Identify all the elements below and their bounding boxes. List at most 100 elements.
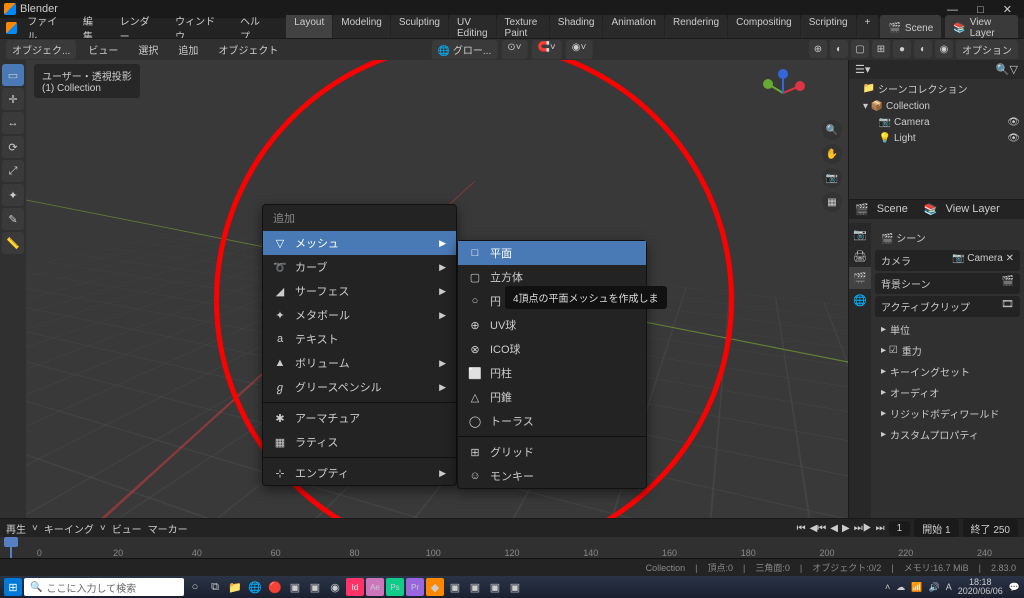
menu-select3d[interactable]: 選択 — [130, 40, 166, 59]
tool-move[interactable]: ↔ — [2, 112, 24, 134]
add-menu-item[interactable]: ▦ラティス — [263, 430, 456, 454]
mode-select[interactable]: オブジェク... — [6, 40, 76, 59]
tl-marker[interactable]: マーカー — [148, 521, 188, 536]
tl-view[interactable]: ビュー — [112, 521, 142, 536]
mesh-menu-item[interactable]: ⊗ICO球 — [458, 337, 646, 361]
group-units[interactable]: ▸ 単位 — [875, 319, 1020, 340]
outliner-filter-button[interactable]: ▽ — [1010, 63, 1018, 76]
menu-object3d[interactable]: オブジェクト — [210, 40, 286, 59]
ptab-render[interactable]: 📷 — [849, 223, 871, 245]
taskbar-search[interactable]: 🔍ここに入力して検索 — [24, 578, 184, 596]
frame-end[interactable]: 終了 250 — [963, 519, 1018, 538]
pan-icon[interactable]: ✋ — [822, 144, 842, 164]
play-next-icon[interactable]: ⏭▶ — [854, 523, 872, 534]
shading-solid[interactable]: ● — [893, 40, 911, 58]
app-generic6[interactable]: ▣ — [506, 578, 524, 596]
app-pr[interactable]: Pr — [406, 578, 424, 596]
nav-gizmo[interactable] — [758, 68, 808, 118]
app-steam[interactable]: ◉ — [326, 578, 344, 596]
shading-render[interactable]: ◉ — [935, 40, 953, 58]
bgscene-field[interactable]: 背景シーン🎬 — [875, 273, 1020, 294]
gizmo-toggle[interactable]: ⊕ — [809, 40, 827, 58]
xray-toggle[interactable]: ▢ — [851, 40, 869, 58]
frame-start[interactable]: 開始 1 — [914, 519, 958, 538]
group-rigidbody[interactable]: ▸ リジッドボディワールド — [875, 403, 1020, 424]
ptab-world[interactable]: 🌐 — [849, 289, 871, 311]
outliner-camera[interactable]: 📷Camera👁 — [849, 114, 1024, 130]
tl-keying[interactable]: キーイング — [44, 521, 94, 536]
ptab-output[interactable]: 🖨 — [849, 245, 871, 267]
tray-wifi-icon[interactable]: 📶 — [911, 582, 922, 593]
menu-view3d[interactable]: ビュー — [80, 40, 126, 59]
group-audio[interactable]: ▸ オーディオ — [875, 382, 1020, 403]
group-custom[interactable]: ▸ カスタムプロパティ — [875, 424, 1020, 445]
add-menu-item[interactable]: ℊグリースペンシル▶ — [263, 375, 456, 399]
frame-current[interactable]: 1 — [889, 521, 911, 536]
mesh-menu-item[interactable]: ☺モンキー — [458, 464, 646, 488]
tray-chevron-icon[interactable]: ˄ — [885, 582, 890, 592]
transform-orientation[interactable]: 🌐 グロー... — [432, 40, 498, 59]
add-menu-item[interactable]: ⊹エンプティ▶ — [263, 461, 456, 485]
zoom-icon[interactable]: 🔍 — [822, 120, 842, 140]
mesh-menu-item[interactable]: ⊞グリッド — [458, 440, 646, 464]
play-end-icon[interactable]: ⏭ — [876, 523, 885, 534]
app-blender[interactable]: ◆ — [426, 578, 444, 596]
outliner-collection[interactable]: ▾📦Collection — [849, 98, 1024, 114]
play-icon[interactable]: ▶ — [842, 523, 850, 534]
app-generic2[interactable]: ▣ — [306, 578, 324, 596]
add-menu-item[interactable]: ◢サーフェス▶ — [263, 279, 456, 303]
play-start-icon[interactable]: ⏮ — [797, 523, 806, 534]
app-generic5[interactable]: ▣ — [486, 578, 504, 596]
tl-playback[interactable]: 再生 — [6, 521, 26, 536]
app-generic3[interactable]: ▣ — [446, 578, 464, 596]
overlay-toggle[interactable]: ◐ — [830, 40, 848, 58]
app-generic4[interactable]: ▣ — [466, 578, 484, 596]
add-menu-item[interactable]: ▽メッシュ▶ — [263, 231, 456, 255]
app-generic1[interactable]: ▣ — [286, 578, 304, 596]
group-gravity[interactable]: ▸ ☑ 重力 — [875, 340, 1020, 361]
add-menu-item[interactable]: ✦メタボール▶ — [263, 303, 456, 327]
menu-add3d[interactable]: 追加 — [170, 40, 206, 59]
mesh-menu-item[interactable]: ⊕UV球 — [458, 313, 646, 337]
app-indesign[interactable]: Id — [346, 578, 364, 596]
app-chrome[interactable]: 🔴 — [266, 578, 284, 596]
tray-vol-icon[interactable]: 🔊 — [929, 582, 940, 593]
add-menu-item[interactable]: aテキスト — [263, 327, 456, 351]
app-ps[interactable]: Ps — [386, 578, 404, 596]
options-popover[interactable]: オプション — [956, 40, 1018, 59]
mesh-menu-item[interactable]: □平面 — [458, 241, 646, 265]
taskview-icon[interactable]: ⧉ — [206, 578, 224, 596]
add-menu-item[interactable]: ➰カーブ▶ — [263, 255, 456, 279]
group-keying[interactable]: ▸ キーイングセット — [875, 361, 1020, 382]
shading-wire[interactable]: ⊞ — [872, 40, 890, 58]
tool-scale[interactable]: ⤢ — [2, 160, 24, 182]
tool-select[interactable]: ▭ — [2, 64, 24, 86]
camera-icon[interactable]: 📷 — [822, 168, 842, 188]
snap-toggle[interactable]: 🧲˅ — [531, 40, 561, 59]
mesh-menu-item[interactable]: ◯トーラス — [458, 409, 646, 433]
tool-measure[interactable]: 📏 — [2, 232, 24, 254]
tool-cursor[interactable]: ✛ — [2, 88, 24, 110]
pivot-select[interactable]: ⊙˅ — [501, 40, 527, 59]
timeline-track[interactable]: 0 20 40 60 80 100 120 140 160 180 200 22… — [0, 537, 1024, 558]
maximize-button[interactable]: □ — [969, 4, 992, 16]
camera-field[interactable]: カメラ📷 Camera ✕ — [875, 250, 1020, 271]
clock[interactable]: 18:182020/06/06 — [958, 578, 1003, 596]
play-prev-icon[interactable]: ◀⏮ — [810, 523, 827, 534]
close-button[interactable]: ✕ — [995, 4, 1020, 16]
tool-rotate[interactable]: ⟳ — [2, 136, 24, 158]
add-menu-item[interactable]: ▲ボリューム▶ — [263, 351, 456, 375]
playhead[interactable] — [10, 537, 12, 558]
minimize-button[interactable]: — — [939, 4, 966, 16]
shading-mat[interactable]: ◐ — [914, 40, 932, 58]
mesh-menu-item[interactable]: ⬜円柱 — [458, 361, 646, 385]
play-reverse-icon[interactable]: ◀ — [830, 523, 838, 534]
outliner-light[interactable]: 💡Light👁 — [849, 130, 1024, 146]
activeclip-field[interactable]: アクティブクリップ🎞 — [875, 296, 1020, 317]
tool-transform[interactable]: ✦ — [2, 184, 24, 206]
outliner-filter-icon[interactable]: ☰▾ — [855, 63, 870, 76]
add-menu-item[interactable]: ✱アーマチュア — [263, 406, 456, 430]
tool-annotate[interactable]: ✎ — [2, 208, 24, 230]
app-explorer[interactable]: 📁 — [226, 578, 244, 596]
tray-ime-icon[interactable]: A — [946, 582, 952, 592]
